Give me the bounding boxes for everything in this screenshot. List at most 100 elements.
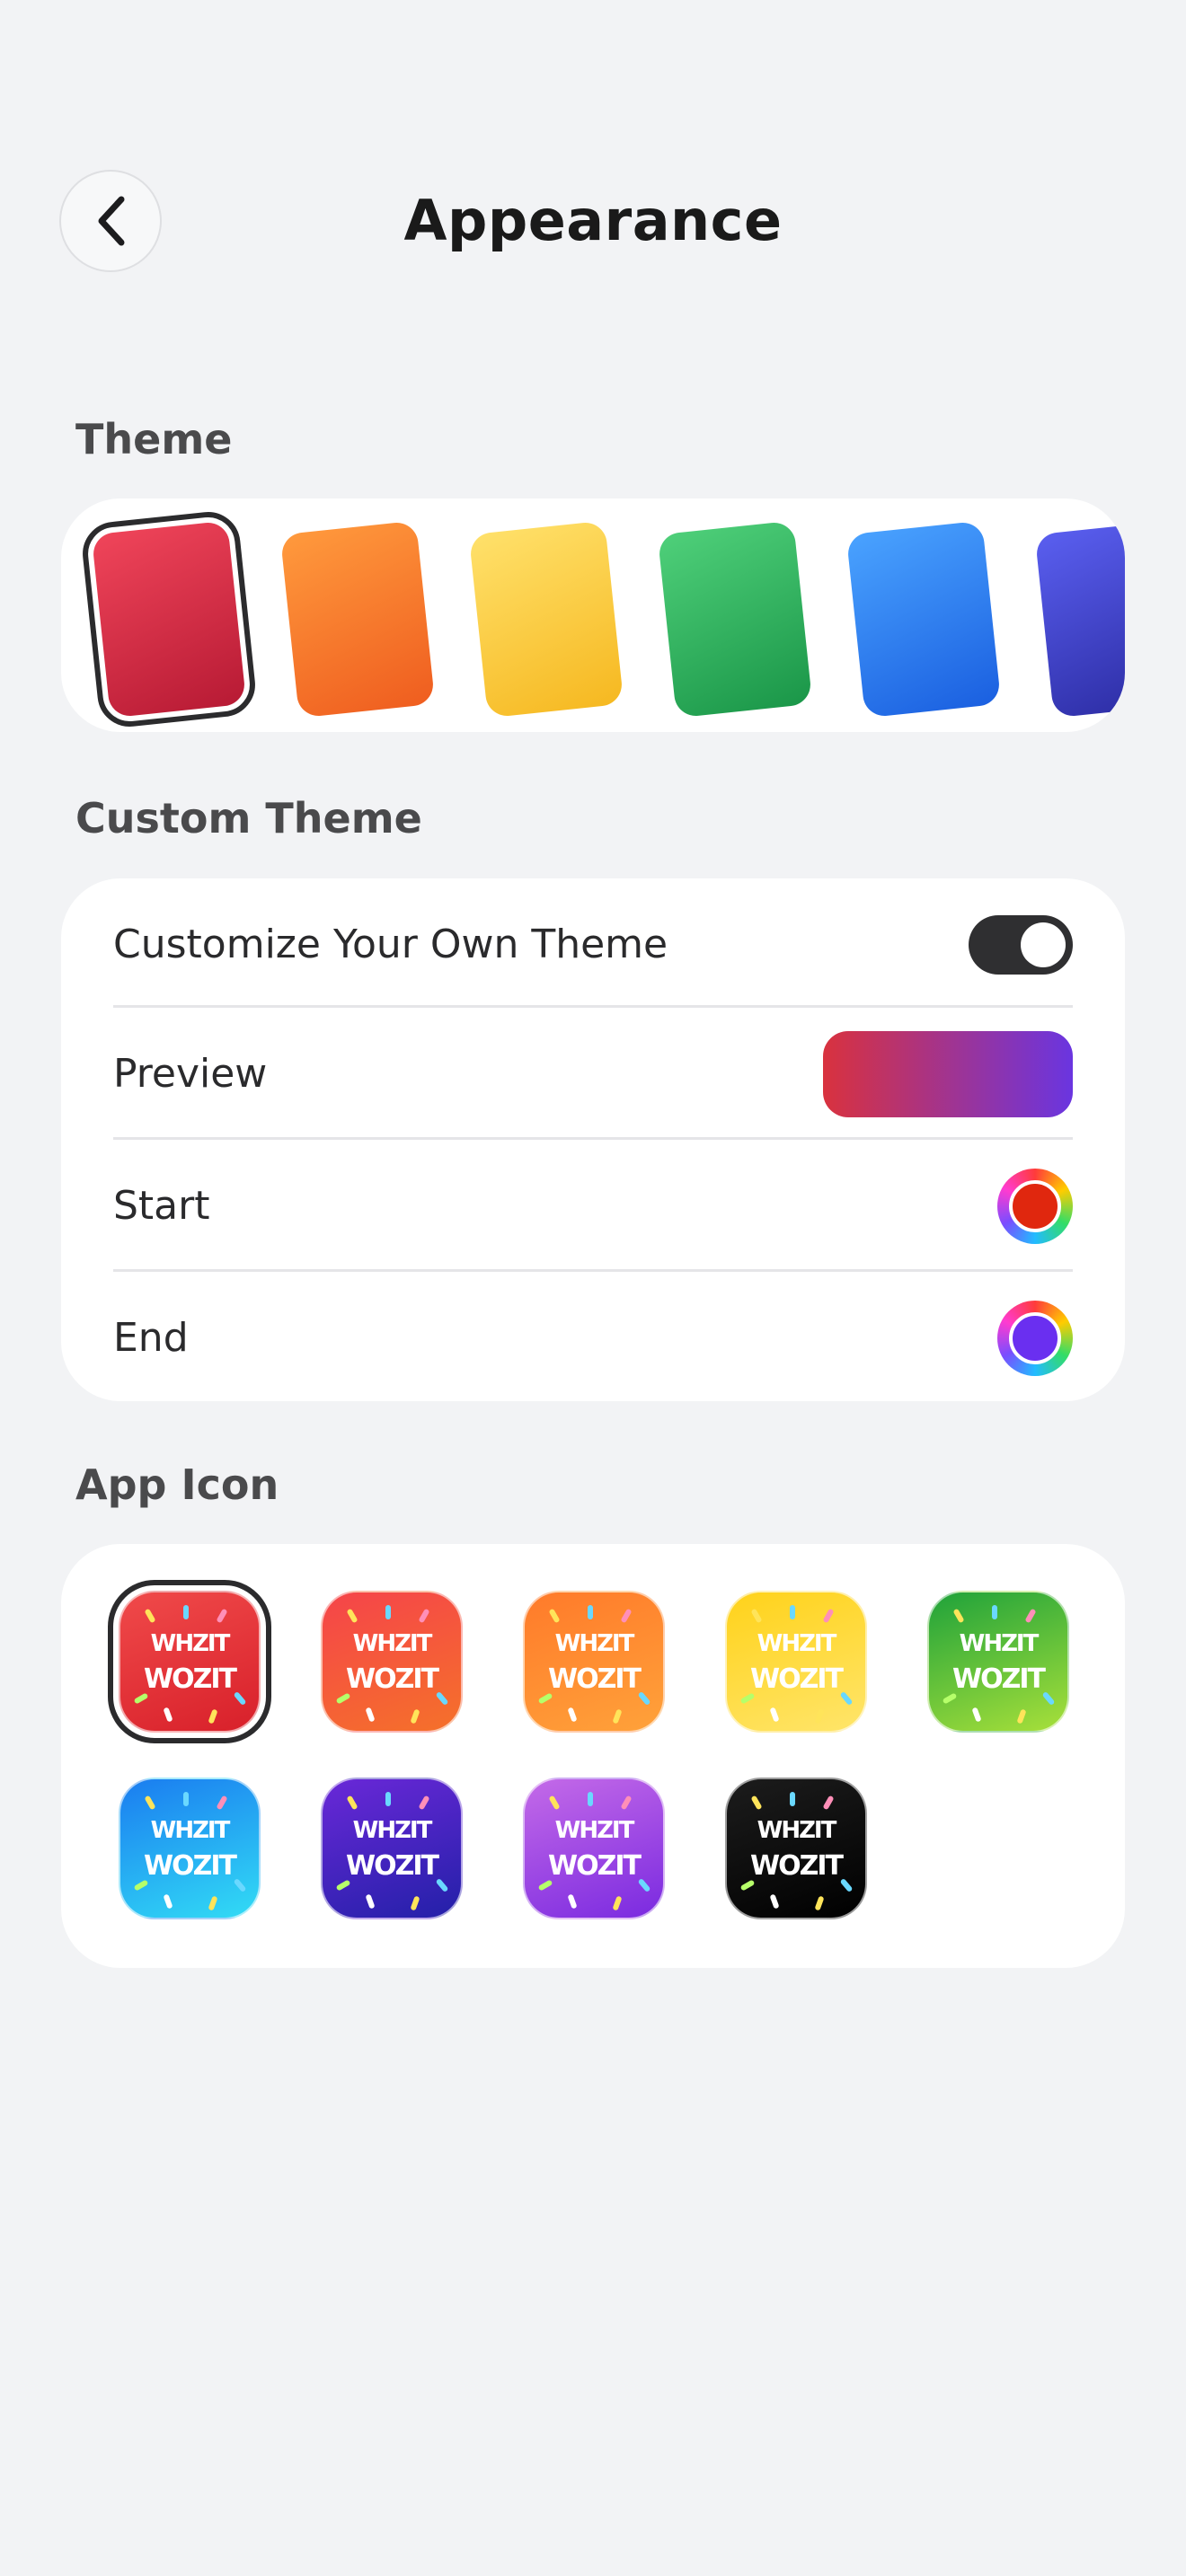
theme-swatch-indigo[interactable] (1034, 520, 1125, 719)
confetti-decoration (410, 1708, 420, 1725)
app-icon-section-label: App Icon (75, 1460, 279, 1509)
custom-theme-card: Customize Your Own Theme Preview Start E… (61, 878, 1125, 1401)
confetti-decoration (365, 1707, 376, 1723)
confetti-decoration (183, 1605, 189, 1619)
wordmark-bottom: WOZIT (952, 1663, 1046, 1695)
confetti-decoration (822, 1795, 835, 1811)
start-label: Start (113, 1183, 210, 1229)
app-icon-wordmark: WHZIT WOZIT (952, 1626, 1046, 1698)
customize-row[interactable]: Customize Your Own Theme (113, 878, 1073, 1010)
wordmark-bottom: WOZIT (548, 1663, 642, 1695)
confetti-decoration (410, 1895, 420, 1911)
wordmark-bottom: WOZIT (144, 1663, 237, 1695)
theme-swatch-orange[interactable] (279, 520, 436, 719)
start-color-picker[interactable] (997, 1168, 1073, 1244)
custom-theme-section-label: Custom Theme (75, 794, 422, 842)
confetti-decoration (233, 1690, 247, 1707)
confetti-decoration (216, 1608, 228, 1624)
app-icon-sky[interactable]: WHZIT WOZIT (119, 1778, 261, 1919)
wordmark-top: WHZIT (757, 1817, 837, 1844)
customize-toggle[interactable] (969, 914, 1073, 975)
app-icon-red[interactable]: WHZIT WOZIT (108, 1580, 271, 1743)
preview-label: Preview (113, 1051, 268, 1097)
confetti-decoration (822, 1608, 835, 1624)
wordmark-bottom: WOZIT (750, 1663, 844, 1695)
wordmark-top: WHZIT (757, 1630, 837, 1657)
end-label: End (113, 1315, 189, 1361)
app-icon-wordmark: WHZIT WOZIT (144, 1626, 237, 1698)
confetti-decoration (133, 1692, 149, 1705)
confetti-decoration (942, 1692, 958, 1705)
app-icon-wordmark: WHZIT WOZIT (144, 1813, 237, 1884)
start-color-swatch (1009, 1179, 1061, 1232)
confetti-decoration (612, 1708, 623, 1725)
wordmark-bottom: WOZIT (750, 1850, 844, 1882)
app-icon-wordmark: WHZIT WOZIT (548, 1626, 642, 1698)
theme-swatch-red[interactable] (79, 508, 259, 730)
confetti-decoration (750, 1608, 763, 1624)
confetti-decoration (335, 1879, 351, 1892)
confetti-decoration (637, 1877, 651, 1893)
confetti-decoration (637, 1690, 651, 1707)
confetti-decoration (163, 1707, 173, 1723)
confetti-decoration (588, 1792, 593, 1806)
app-icon-wordmark: WHZIT WOZIT (346, 1626, 439, 1698)
confetti-decoration (620, 1795, 633, 1811)
start-row[interactable]: Start (113, 1140, 1073, 1272)
confetti-decoration (418, 1795, 430, 1811)
confetti-decoration (365, 1893, 376, 1910)
end-row[interactable]: End (113, 1272, 1073, 1401)
confetti-decoration (183, 1792, 189, 1806)
toggle-knob (1021, 922, 1066, 967)
wordmark-top: WHZIT (150, 1630, 231, 1657)
confetti-decoration (537, 1879, 553, 1892)
app-icon-black[interactable]: WHZIT WOZIT (725, 1778, 867, 1919)
app-icon-wordmark: WHZIT WOZIT (346, 1813, 439, 1884)
app-icon-yellow[interactable]: WHZIT WOZIT (725, 1591, 867, 1733)
wordmark-bottom: WOZIT (548, 1850, 642, 1882)
confetti-decoration (435, 1690, 449, 1707)
confetti-decoration (612, 1895, 623, 1911)
theme-swatch-green[interactable] (657, 520, 813, 719)
confetti-decoration (1041, 1690, 1056, 1707)
app-icon-wordmark: WHZIT WOZIT (750, 1813, 844, 1884)
wordmark-top: WHZIT (352, 1817, 433, 1844)
wordmark-top: WHZIT (554, 1630, 635, 1657)
app-icon-green[interactable]: WHZIT WOZIT (927, 1591, 1069, 1733)
confetti-decoration (769, 1893, 780, 1910)
confetti-decoration (620, 1608, 633, 1624)
confetti-decoration (739, 1879, 756, 1892)
wordmark-top: WHZIT (150, 1817, 231, 1844)
confetti-decoration (750, 1795, 763, 1811)
confetti-decoration (548, 1795, 561, 1811)
app-icon-red-orange[interactable]: WHZIT WOZIT (321, 1591, 463, 1733)
wordmark-bottom: WOZIT (346, 1850, 439, 1882)
wordmark-top: WHZIT (959, 1630, 1040, 1657)
end-color-picker[interactable] (997, 1300, 1073, 1376)
confetti-decoration (418, 1608, 430, 1624)
app-icon-wordmark: WHZIT WOZIT (750, 1626, 844, 1698)
app-icon-purple[interactable]: WHZIT WOZIT (523, 1778, 665, 1919)
wordmark-bottom: WOZIT (346, 1663, 439, 1695)
confetti-decoration (971, 1707, 982, 1723)
confetti-decoration (769, 1707, 780, 1723)
preview-gradient (823, 1030, 1073, 1117)
app-icon-wordmark: WHZIT WOZIT (548, 1813, 642, 1884)
confetti-decoration (163, 1893, 173, 1910)
theme-section-label: Theme (75, 415, 233, 463)
theme-swatch-blue[interactable] (845, 520, 1002, 719)
confetti-decoration (739, 1692, 756, 1705)
confetti-decoration (567, 1707, 578, 1723)
app-icon-orange[interactable]: WHZIT WOZIT (523, 1591, 665, 1733)
confetti-decoration (588, 1605, 593, 1619)
confetti-decoration (346, 1795, 358, 1811)
theme-picker[interactable] (61, 498, 1125, 732)
confetti-decoration (233, 1877, 247, 1893)
confetti-decoration (435, 1877, 449, 1893)
app-icon-indigo[interactable]: WHZIT WOZIT (321, 1778, 463, 1919)
theme-swatch-yellow[interactable] (468, 520, 624, 719)
confetti-decoration (1016, 1708, 1027, 1725)
confetti-decoration (216, 1795, 228, 1811)
confetti-decoration (814, 1708, 825, 1725)
confetti-decoration (144, 1608, 156, 1624)
